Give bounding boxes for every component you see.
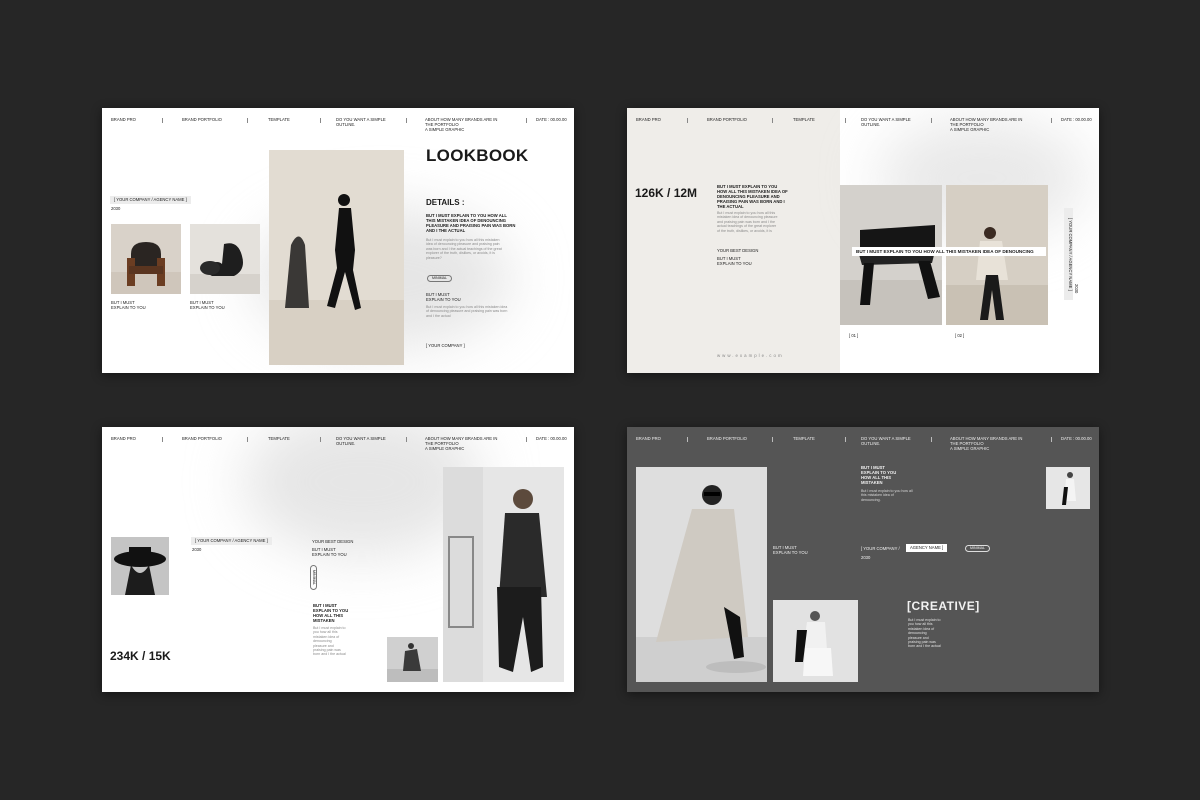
year-label: 2030 — [111, 206, 121, 211]
vertical-company: [ YOUR COMPANY / AGENCY NAME ] — [1064, 208, 1073, 300]
design-label: YOUR BEST DESIGN — [717, 248, 759, 253]
header-outline: DO YOU WANT A SIMPLE OUTLINE. — [336, 436, 386, 446]
header-outline: DO YOU WANT A SIMPLE OUTLINE. — [861, 436, 911, 446]
bold-text: BUT I MUST EXPLAIN TO YOU HOW ALL THIS MI… — [717, 184, 788, 209]
left-panel — [627, 108, 840, 373]
body-text: But I must explain to you how all this mi… — [717, 211, 778, 233]
company-chip: [ YOUR COMPANY / AGENCY NAME ] — [110, 196, 191, 204]
stat-value: 126K / 12M — [635, 186, 698, 200]
slide-header: BRAND PRO BRAND PORTFOLIO TEMPLATE DO YO… — [102, 108, 574, 132]
header-template: TEMPLATE — [268, 117, 290, 122]
company-chip: AGENCY NAME ] — [906, 544, 948, 552]
trench-coat-photo — [636, 467, 767, 682]
label-01: [ 01 ] — [849, 333, 859, 338]
bold-text: BUT I MUST EXPLAIN TO YOU HOW ALL THIS MIST… — [313, 603, 349, 623]
chair-photo-wood — [111, 224, 181, 294]
details-heading: DETAILS : — [426, 198, 465, 207]
header-date: DATE : 00.00.00 — [1061, 436, 1092, 441]
year-label: 2030 — [861, 555, 871, 560]
header-date: DATE : 00.00.00 — [536, 117, 567, 122]
header-outline: DO YOU WANT A SIMPLE OUTLINE. — [336, 117, 386, 127]
minimal-pill: MINIMAL — [965, 545, 990, 552]
website-url: www.example.com — [717, 353, 784, 358]
caption-text: BUT I MUST EXPLAIN TO YOU — [773, 545, 808, 555]
caption-text: BUT I MUST EXPLAIN TO YOU — [717, 256, 752, 266]
header-about: ABOUT HOW MANY BRANDS ARE IN THE PORTFOLI… — [425, 117, 498, 132]
caption-text: BUT I MUST EXPLAIN TO YOU — [426, 292, 461, 302]
header-template: TEMPLATE — [793, 436, 815, 441]
minimal-pill: MINIMAL — [427, 275, 452, 282]
creative-body: But I must explain to you how all this mis… — [908, 618, 941, 649]
slide-header: BRAND PRO BRAND PORTFOLIO TEMPLATE DO YO… — [627, 108, 1099, 132]
slide-header: BRAND PRO BRAND PORTFOLIO TEMPLATE DO YO… — [627, 427, 1099, 451]
standing-figure-photo — [1046, 467, 1090, 509]
chair-caption-b: BUT I MUST EXPLAIN TO YOU — [190, 300, 225, 310]
header-brand-pro: BRAND PRO — [111, 117, 136, 122]
bold-text: BUT I MUST EXPLAIN TO YOU HOW ALL THIS MIST… — [861, 465, 897, 485]
small-figure-photo — [387, 637, 438, 682]
footer-company: [ YOUR COMPANY ] — [426, 343, 465, 348]
year-label: 2030 — [192, 547, 202, 552]
header-date: DATE : 00.00.00 — [536, 436, 567, 441]
design-label: YOUR BEST DESIGN — [312, 539, 354, 544]
chair-photo-black — [190, 224, 260, 294]
seated-woman-portrait-photo — [443, 467, 564, 682]
header-about: ABOUT HOW MANY BRANDS ARE IN THE PORTFOLI… — [425, 436, 498, 451]
walking-man-photo — [269, 150, 404, 365]
hat-portrait-photo — [111, 537, 169, 595]
header-date: DATE : 00.00.00 — [1061, 117, 1092, 122]
header-about: ABOUT HOW MANY BRANDS ARE IN THE PORTFOLI… — [950, 117, 1023, 132]
header-template: TEMPLATE — [268, 436, 290, 441]
sitting-woman-photo — [773, 600, 858, 682]
slide-stats-chair[interactable]: BRAND PRO BRAND PORTFOLIO TEMPLATE DO YO… — [627, 108, 1099, 373]
header-brand-pro: BRAND PRO — [636, 117, 661, 122]
overlay-banner: BUT I MUST EXPLAIN TO YOU HOW ALL THIS M… — [852, 247, 1046, 256]
company-prefix: [ YOUR COMPANY / — [861, 546, 900, 551]
body-text: But I must explain to you how all this mis… — [313, 626, 346, 657]
caption-text: BUT I MUST EXPLAIN TO YOU — [312, 547, 347, 557]
header-brand-portfolio: BRAND PORTFOLIO — [707, 436, 747, 441]
minimal-pill: MINIMAL — [310, 565, 317, 590]
slide-header: BRAND PRO BRAND PORTFOLIO TEMPLATE DO YO… — [102, 427, 574, 451]
stat-value: 234K / 15K — [110, 649, 171, 663]
header-brand-portfolio: BRAND PORTFOLIO — [182, 117, 222, 122]
details-bold-text: BUT I MUST EXPLAIN TO YOU HOW ALL THIS MI… — [426, 213, 516, 233]
vertical-year: 2030 — [1074, 284, 1079, 294]
chair-caption-a: BUT I MUST EXPLAIN TO YOU — [111, 300, 146, 310]
header-brand-pro: BRAND PRO — [636, 436, 661, 441]
small-body-text: But I must explain to you how all this m… — [426, 305, 508, 318]
header-about: ABOUT HOW MANY BRANDS ARE IN THE PORTFOLI… — [950, 436, 1023, 451]
header-brand-portfolio: BRAND PORTFOLIO — [707, 117, 747, 122]
body-text: But I must explain to you how all this mi… — [861, 489, 913, 502]
slide-creative[interactable]: BRAND PRO BRAND PORTFOLIO TEMPLATE DO YO… — [627, 427, 1099, 692]
header-template: TEMPLATE — [793, 117, 815, 122]
slide-lookbook[interactable]: BRAND PRO BRAND PORTFOLIO TEMPLATE DO YO… — [102, 108, 574, 373]
label-02: [ 02 ] — [955, 333, 965, 338]
header-brand-portfolio: BRAND PORTFOLIO — [182, 436, 222, 441]
lookbook-title: LOOKBOOK — [426, 146, 529, 165]
details-body-text: But I must explain to you how all this m… — [426, 238, 502, 260]
company-chip: [ YOUR COMPANY / AGENCY NAME ] — [191, 537, 272, 545]
creative-title: [CREATIVE] — [907, 599, 980, 613]
slide-stats-portrait[interactable]: BRAND PRO BRAND PORTFOLIO TEMPLATE DO YO… — [102, 427, 574, 692]
header-outline: DO YOU WANT A SIMPLE OUTLINE. — [861, 117, 911, 127]
header-brand-pro: BRAND PRO — [111, 436, 136, 441]
